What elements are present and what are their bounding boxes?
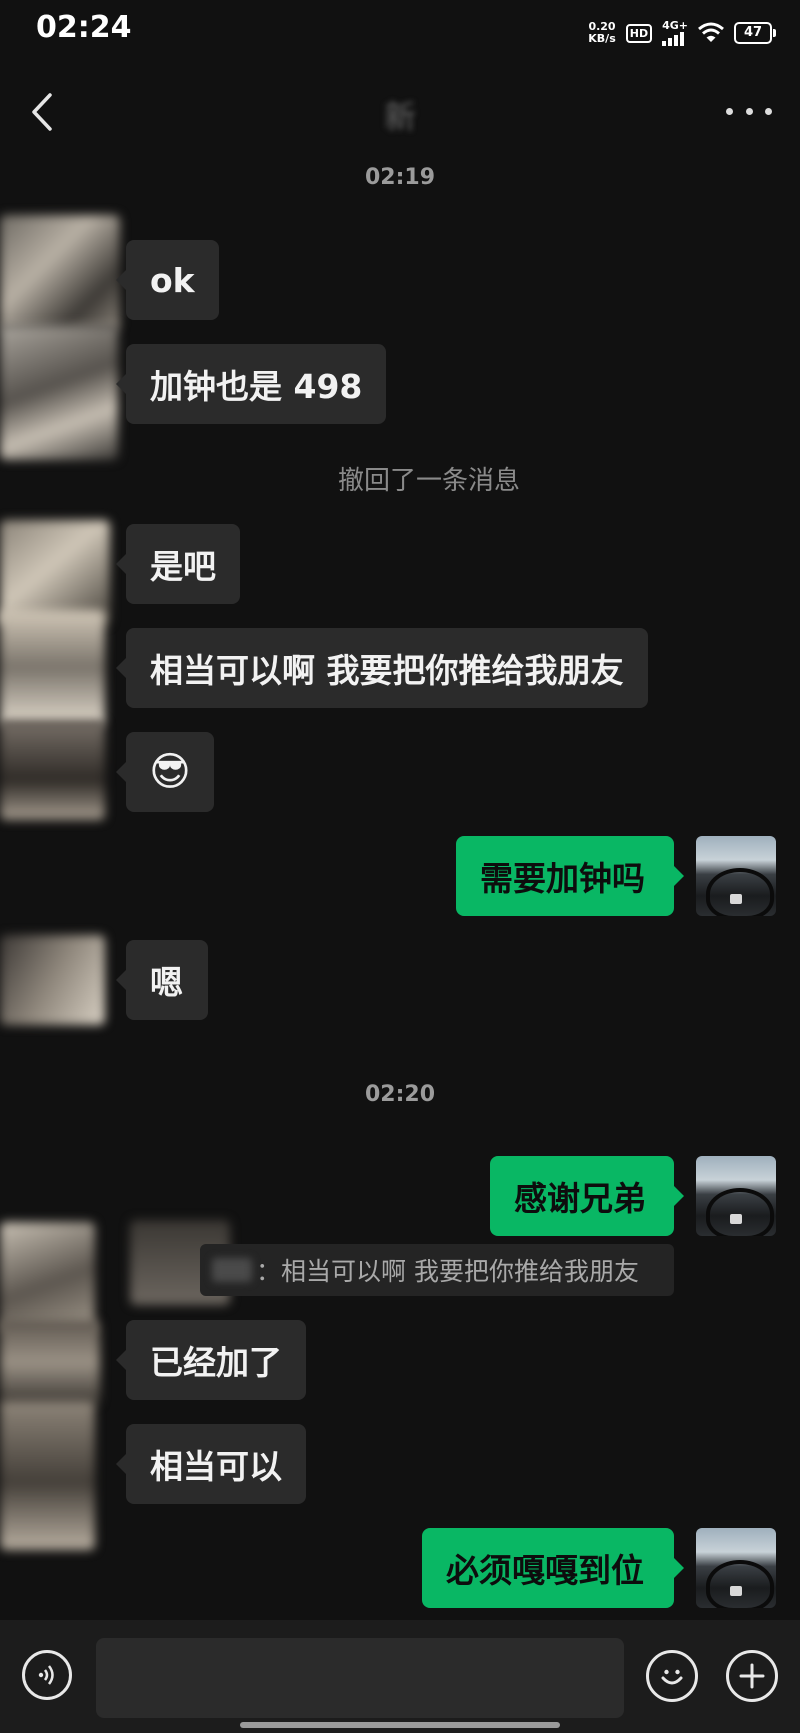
wifi-icon	[698, 22, 724, 42]
emoji-icon	[661, 1669, 683, 1685]
message-bubble-incoming[interactable]: 相当可以啊 我要把你推给我朋友	[116, 628, 648, 708]
plus-icon	[739, 1663, 765, 1689]
message-bubble-incoming[interactable]: 嗯	[116, 940, 208, 1020]
status-time: 02:24	[36, 10, 132, 45]
avatar[interactable]	[0, 1400, 95, 1550]
net-speed-unit: KB/s	[588, 32, 616, 45]
status-icons: 0.20 KB/s HD 4G+ 47	[588, 16, 776, 50]
avatar-self[interactable]	[696, 1528, 776, 1608]
avatar[interactable]	[0, 325, 118, 460]
sunglasses-emoji: 😎	[149, 749, 191, 795]
battery-icon: 47	[734, 22, 776, 44]
quoted-message[interactable]: ：相当可以啊 我要把你推给我朋友	[200, 1244, 674, 1296]
more-button[interactable]	[726, 96, 772, 126]
back-button[interactable]	[22, 88, 62, 136]
chat-title: 新	[383, 98, 416, 136]
hd-icon: HD	[625, 23, 653, 43]
message-bubble-incoming[interactable]: 😎	[116, 732, 214, 812]
message-bubble-outgoing[interactable]: 需要加钟吗	[456, 836, 684, 916]
avatar-self[interactable]	[696, 1156, 776, 1236]
quoted-text: ：相当可以啊 我要把你推给我朋友	[256, 1257, 639, 1286]
message-bubble-incoming[interactable]: 相当可以	[116, 1424, 306, 1504]
network-label: 4G+	[662, 19, 688, 32]
avatar[interactable]	[0, 935, 105, 1025]
signal-icon: 4G+	[662, 20, 688, 46]
network-speed: 0.20 KB/s	[588, 21, 615, 45]
avatar[interactable]	[0, 1222, 95, 1332]
message-bubble-incoming[interactable]: 已经加了	[116, 1320, 306, 1400]
message-bubble-outgoing[interactable]: 感谢兄弟	[490, 1156, 684, 1236]
message-bubble-outgoing[interactable]: 必须嘎嘎到位	[422, 1528, 684, 1608]
chevron-left-icon	[32, 93, 52, 131]
quoted-sender	[212, 1258, 252, 1282]
message-bubble-incoming[interactable]: 加钟也是 498	[115, 344, 387, 424]
avatar[interactable]	[0, 610, 105, 725]
message-input[interactable]	[96, 1638, 624, 1718]
more-horizontal-icon	[726, 107, 733, 115]
plus-button[interactable]	[726, 1650, 778, 1702]
home-indicator[interactable]	[240, 1722, 560, 1728]
message-bubble-incoming[interactable]: ok	[116, 240, 219, 320]
voice-button[interactable]	[22, 1650, 72, 1700]
timestamp: 02:20	[364, 1082, 436, 1107]
avatar[interactable]	[0, 720, 105, 820]
battery-level: 47	[743, 25, 763, 40]
avatar[interactable]	[0, 1320, 100, 1405]
timestamp: 02:19	[364, 165, 436, 190]
avatar[interactable]	[0, 215, 120, 330]
emoji-button[interactable]	[646, 1650, 698, 1702]
recall-notice: 撤回了一条消息	[338, 466, 521, 496]
voice-icon	[38, 1665, 54, 1685]
avatar-self[interactable]	[696, 836, 776, 916]
message-bubble-incoming[interactable]: 是吧	[116, 524, 240, 604]
